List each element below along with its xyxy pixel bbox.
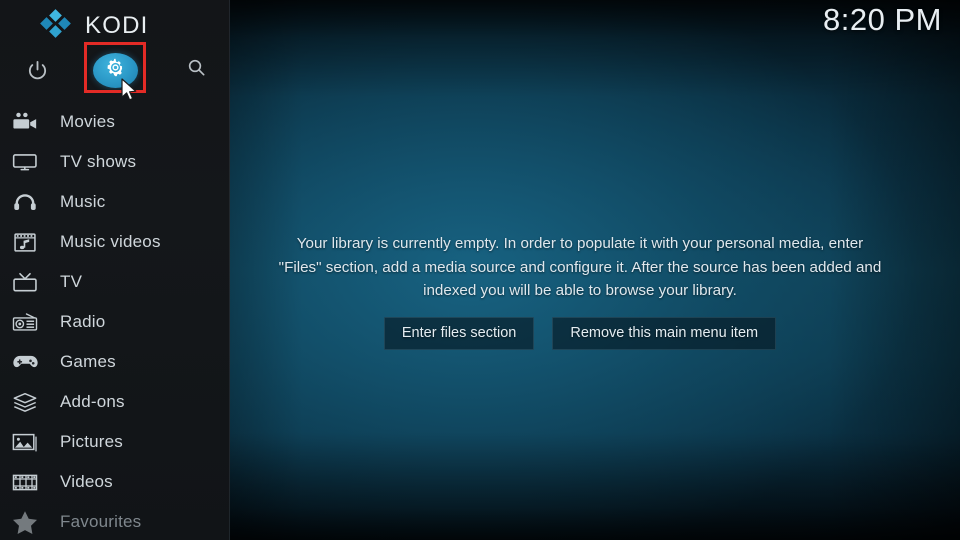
sidebar-item-movies[interactable]: Movies (0, 102, 230, 142)
kodi-window: 8:20 PM Your library is currently empty.… (0, 0, 960, 540)
sidebar-item-label: Movies (60, 112, 116, 131)
headphones-icon (9, 189, 41, 215)
gamepad-icon (9, 349, 41, 375)
sidebar-item-games[interactable]: Games (0, 342, 230, 382)
film-strip-icon (9, 469, 41, 495)
tv-antenna-icon (9, 269, 41, 295)
kodi-logo-icon (40, 9, 72, 41)
picture-frame-icon (9, 429, 41, 455)
search-button[interactable] (170, 44, 222, 96)
settings-highlight (92, 52, 138, 88)
open-box-icon (9, 389, 41, 415)
brand: KODI (40, 8, 148, 44)
sidebar-item-label: Music (60, 192, 106, 211)
sidebar-item-label: Favourites (60, 512, 142, 531)
sidebar-item-label: Add-ons (60, 392, 125, 411)
music-video-icon (9, 229, 41, 255)
sidebar-item-music-videos[interactable]: Music videos (0, 222, 230, 262)
enter-files-section-button[interactable]: Enter files section (383, 316, 535, 350)
sidebar-item-label: Radio (60, 312, 106, 331)
star-icon (9, 509, 41, 535)
radio-icon (9, 309, 41, 335)
sidebar-item-add-ons[interactable]: Add-ons (0, 382, 230, 422)
sidebar-item-tv-shows[interactable]: TV shows (0, 142, 230, 182)
empty-library-actions: Enter files section Remove this main men… (230, 316, 930, 350)
settings-button[interactable] (89, 44, 141, 96)
sidebar-top-actions (0, 44, 230, 96)
power-icon (26, 59, 49, 82)
sidebar-item-label: Music videos (60, 232, 161, 251)
sidebar-item-label: TV shows (60, 152, 137, 171)
empty-library-panel: Your library is currently empty. In orde… (230, 232, 930, 350)
power-button[interactable] (11, 44, 63, 96)
clock: 8:20 PM (823, 2, 942, 37)
gear-icon (106, 58, 125, 82)
tv-monitor-icon (9, 149, 41, 175)
sidebar-item-music[interactable]: Music (0, 182, 230, 222)
sidebar-item-label: Games (60, 352, 116, 371)
sidebar-item-favourites[interactable]: Favourites (0, 502, 230, 540)
kodi-wordmark: KODI (85, 12, 149, 39)
empty-library-message: Your library is currently empty. In orde… (278, 235, 882, 299)
sidebar: KODI Movies TV shows Music Music videos … (0, 0, 230, 540)
remove-main-menu-item-button[interactable]: Remove this main menu item (552, 316, 777, 350)
main-menu: Movies TV shows Music Music videos TV Ra… (0, 102, 230, 540)
sidebar-item-radio[interactable]: Radio (0, 302, 230, 342)
sidebar-item-tv[interactable]: TV (0, 262, 230, 302)
sidebar-item-videos[interactable]: Videos (0, 462, 230, 502)
search-icon (186, 57, 207, 83)
sidebar-item-label: Pictures (60, 432, 124, 451)
movie-camera-icon (9, 109, 41, 135)
sidebar-item-label: Videos (60, 472, 113, 491)
sidebar-item-label: TV (60, 272, 83, 291)
sidebar-item-pictures[interactable]: Pictures (0, 422, 230, 462)
